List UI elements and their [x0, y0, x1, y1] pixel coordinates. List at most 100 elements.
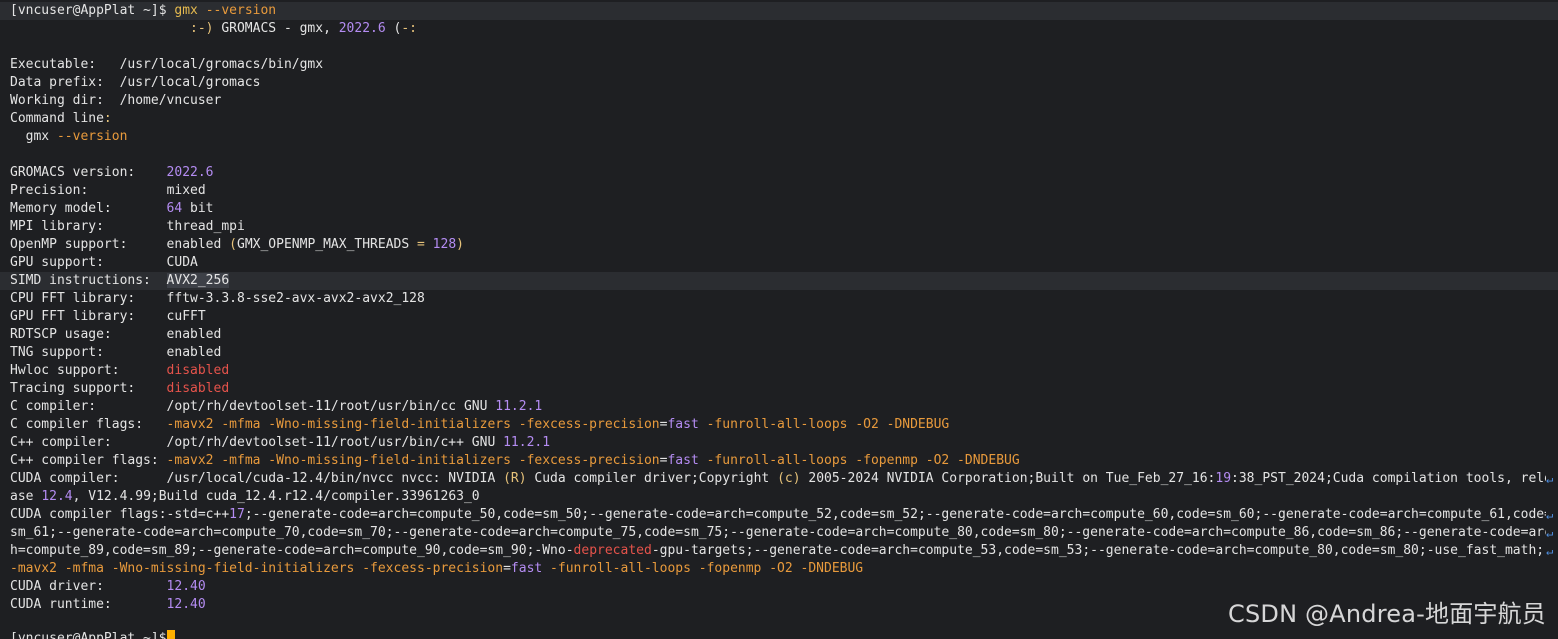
- info-value: ase: [10, 489, 42, 504]
- info-label: CUDA runtime:: [10, 597, 112, 612]
- info-value: , V12.4.99: [72, 489, 151, 504]
- banner-smile: :-): [190, 21, 214, 36]
- line-wrap-icon: ↵: [1546, 526, 1554, 540]
- info-value-warning: deprecated: [573, 543, 652, 558]
- info-row-wrapped: ase 12.4, V12.4.99;Build cuda_12.4.r12.4…: [10, 488, 1546, 506]
- info-row: OpenMP support: enabled (GMX_OPENMP_MAX_…: [10, 236, 1546, 254]
- data-prefix-value: /usr/local/gromacs: [119, 75, 261, 90]
- info-row: GROMACS version: 2022.6: [10, 164, 1546, 182]
- command-text: gmx: [174, 3, 198, 18]
- info-row: CUDA compiler flags:-std=c++17;--generat…: [10, 506, 1546, 524]
- info-label: Precision:: [10, 183, 89, 198]
- separator: ;: [1324, 471, 1333, 486]
- info-value: /opt/rh/devtoolset-11/root/usr/bin/c++ G…: [166, 435, 504, 450]
- data-prefix-line: Data prefix: /usr/local/gromacs: [10, 74, 1546, 92]
- info-value: CUDA: [166, 255, 198, 270]
- info-value: thread_mpi: [166, 219, 245, 234]
- final-prompt-line[interactable]: [vncuser@AppPlat ~]$: [10, 630, 1546, 639]
- info-row: MPI library: thread_mpi: [10, 218, 1546, 236]
- command-line-label: Command line: [10, 111, 104, 126]
- info-value: --generate-code=arch=compute_90,code=sm_…: [197, 543, 527, 558]
- info-row: CPU FFT library: fftw-3.3.8-sse2-avx-avx…: [10, 290, 1546, 308]
- info-value: enabled: [166, 237, 230, 252]
- paren: (: [229, 237, 237, 252]
- info-value: /usr/local/cuda-12.4/bin/nvcc nvcc: NVID…: [166, 471, 504, 486]
- info-flags: -mavx2 -mfma -Wno-missing-field-initiali…: [10, 561, 504, 576]
- info-value: enabled: [166, 345, 222, 360]
- info-label: C++ compiler:: [10, 435, 112, 450]
- command-line-cmd: gmx: [25, 129, 50, 144]
- info-value: 64: [166, 201, 183, 216]
- executable-value: /usr/local/gromacs/bin/gmx: [119, 57, 324, 72]
- info-number: 11.2.1: [503, 435, 551, 450]
- executable-label: Executable:: [10, 57, 97, 72]
- separator: ;: [917, 507, 926, 522]
- info-number: 19: [1215, 471, 1232, 486]
- info-value: Build cuda_12.4.r12.4/compiler.33961263_…: [158, 489, 480, 504]
- banner-paren: (: [385, 21, 402, 36]
- info-label: GROMACS version:: [10, 165, 136, 180]
- info-value: Copyright: [698, 471, 778, 486]
- command-line-value-line: gmx --version: [10, 128, 1546, 146]
- separator: ;: [244, 507, 253, 522]
- info-label: C++ compiler flags:: [10, 453, 159, 468]
- info-value: 12.40: [166, 597, 206, 612]
- flag-value: fast: [510, 561, 543, 576]
- working-dir-label: Working dir:: [10, 93, 104, 108]
- info-value: (R): [503, 471, 527, 486]
- info-flags: -funroll-all-loops -O2 -DNDEBUG: [698, 417, 950, 432]
- info-row: Memory model: 64 bit: [10, 200, 1546, 218]
- info-value: --generate-code=arch=compute_70,code=sm_…: [56, 525, 386, 540]
- command-line-args: --version: [56, 129, 128, 144]
- separator: ;: [1058, 525, 1067, 540]
- info-value: cuFFT: [166, 309, 206, 324]
- flag-value: fast: [667, 417, 699, 432]
- line-wrap-icon: ↵: [1546, 508, 1554, 522]
- executable-line: Executable: /usr/local/gromacs/bin/gmx: [10, 56, 1546, 74]
- info-value: h=compute_89,code=sm_89: [10, 543, 191, 558]
- info-value: --generate-code=arch=compute_75,code=sm_…: [393, 525, 723, 540]
- info-value-disabled: disabled: [166, 381, 230, 396]
- flag-value: fast: [667, 453, 699, 468]
- banner-text: GROMACS - gmx,: [213, 21, 339, 36]
- separator: ;: [722, 525, 731, 540]
- info-label: C compiler:: [10, 399, 97, 414]
- info-label: CPU FFT library:: [10, 291, 136, 306]
- info-value: Cuda compilation tools, rele: [1332, 471, 1546, 486]
- info-row: TNG support: enabled: [10, 344, 1546, 362]
- info-value: enabled: [166, 327, 222, 342]
- info-label: GPU FFT library:: [10, 309, 136, 324]
- info-row-highlighted: SIMD instructions: AVX2_256: [0, 272, 1558, 290]
- terminal-window[interactable]: [vncuser@AppPlat ~]$ gmx --version :-) G…: [0, 0, 1558, 639]
- info-value: --generate-code=arc: [1403, 525, 1546, 540]
- info-flags: -mavx2 -mfma -Wno-missing-field-initiali…: [166, 417, 660, 432]
- info-row-wrapped: -mavx2 -mfma -Wno-missing-field-initiali…: [10, 560, 1546, 578]
- paren: ): [456, 237, 464, 252]
- info-value: sm_61: [10, 525, 50, 540]
- info-label: GPU support:: [10, 255, 104, 270]
- info-label: Tracing support:: [10, 381, 136, 396]
- info-label: Hwloc support:: [10, 363, 120, 378]
- info-value-selected[interactable]: AVX2_256: [166, 273, 230, 288]
- info-value: --generate-code=arch=compute_60,code=sm_…: [925, 507, 1255, 522]
- info-label: Memory model:: [10, 201, 112, 216]
- info-row: C compiler: /opt/rh/devtoolset-11/root/u…: [10, 398, 1546, 416]
- prompt-text: [vncuser@AppPlat ~]$: [10, 3, 167, 18]
- info-value: --generate-code=arch=compute_80,code=sm_…: [1090, 543, 1419, 558]
- equals: =: [503, 561, 511, 576]
- info-number: 128: [424, 237, 457, 252]
- separator: ;: [690, 471, 699, 486]
- info-label: OpenMP support:: [10, 237, 128, 252]
- separator: ;: [190, 543, 198, 558]
- data-prefix-label: Data prefix:: [10, 75, 104, 90]
- info-value: 12.40: [166, 579, 206, 594]
- info-value: --generate-code=arch=compute_61,code=: [1262, 507, 1546, 522]
- line-wrap-icon: ↵: [1546, 472, 1554, 486]
- separator: ;: [385, 525, 394, 540]
- separator: ;: [49, 525, 57, 540]
- info-number: 12.4: [41, 489, 73, 504]
- info-value: -gpu-targets: [651, 543, 746, 558]
- command-args: --version: [205, 3, 277, 18]
